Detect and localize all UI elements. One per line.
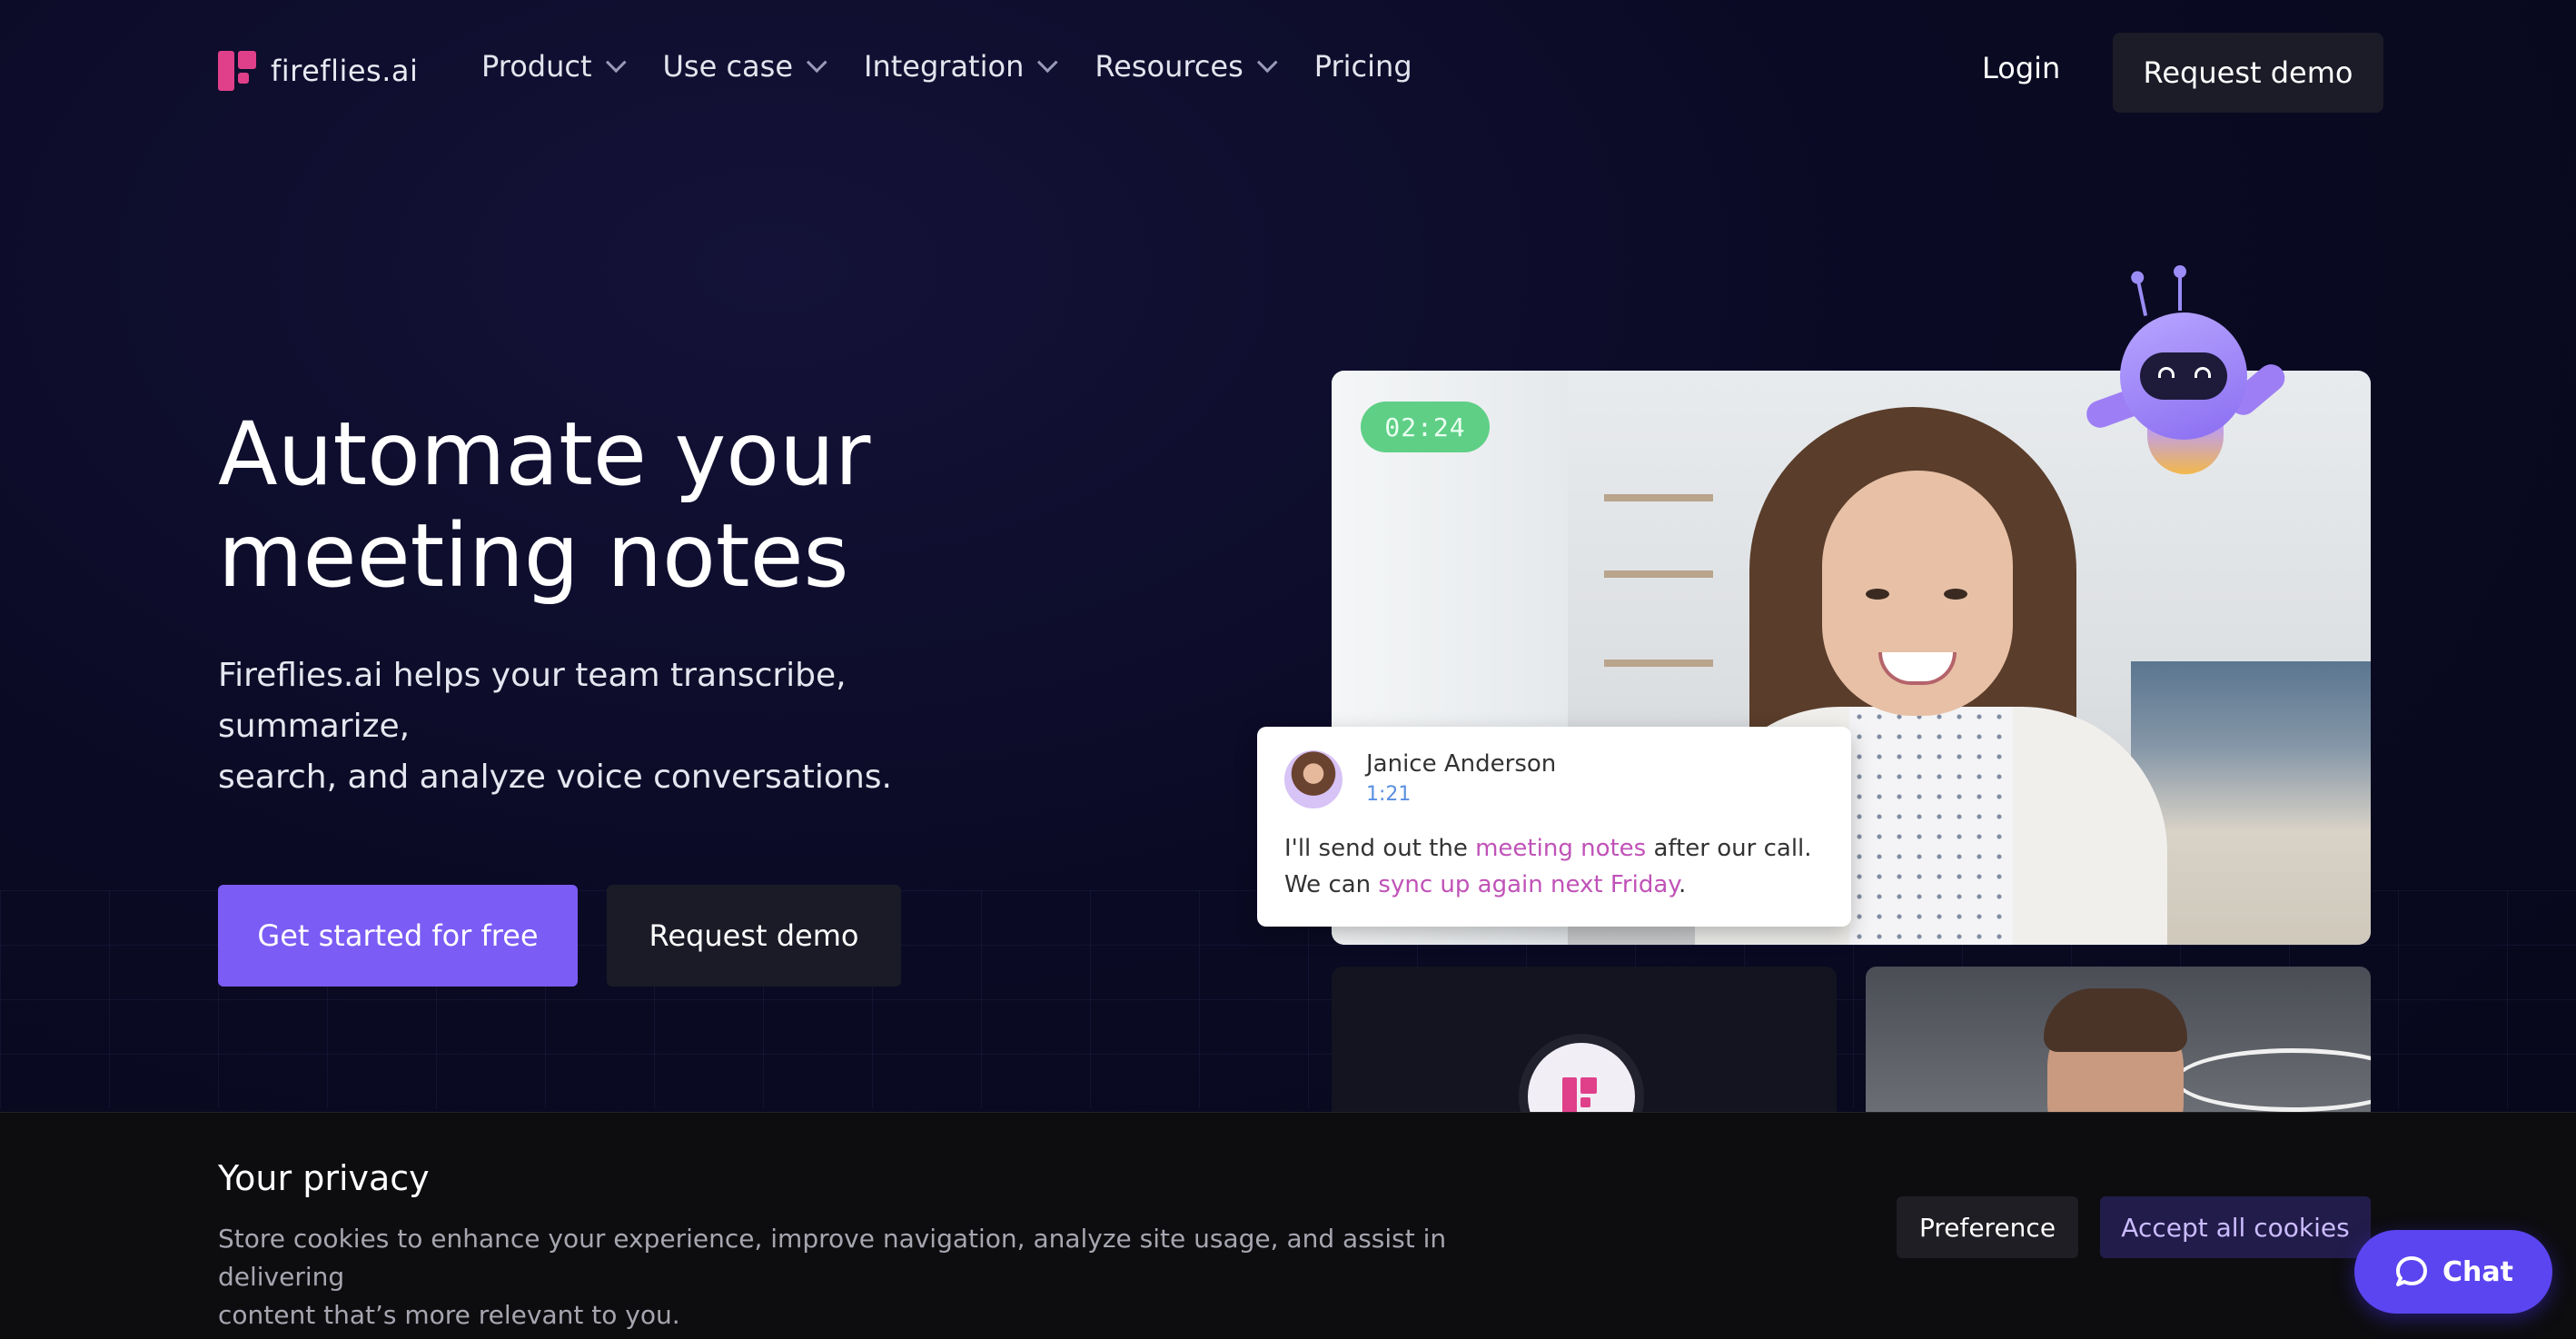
cookie-text-line: Store cookies to enhance your experience…	[218, 1224, 1447, 1292]
eye	[1944, 589, 1967, 600]
antenna	[2135, 280, 2148, 316]
nav-item-label: Use case	[662, 49, 794, 84]
cookie-banner: Your privacy Store cookies to enhance yo…	[0, 1112, 2576, 1339]
hero-subtitle-line: search, and analyze voice conversations.	[218, 759, 892, 796]
hero-subtitle: Fireflies.ai helps your team transcribe,…	[218, 650, 1035, 803]
cookie-preference-button[interactable]: Preference	[1897, 1196, 2078, 1258]
chat-label: Chat	[2442, 1255, 2513, 1288]
robot-visor	[2140, 352, 2227, 400]
ring-light	[2175, 1048, 2371, 1112]
cookie-text-line: content that’s more relevant to you.	[218, 1300, 680, 1330]
get-started-button[interactable]: Get started for free	[218, 885, 578, 987]
nav-item-label: Integration	[864, 49, 1025, 84]
transcript-highlight: sync up again next Friday	[1378, 871, 1679, 898]
cookie-description: Store cookies to enhance your experience…	[218, 1220, 1490, 1334]
request-demo-button[interactable]: Request demo	[2113, 33, 2383, 113]
nav-item-label: Resources	[1095, 49, 1243, 84]
chevron-down-icon	[1037, 52, 1058, 74]
eye	[1866, 589, 1889, 600]
fireflies-logo-icon	[218, 51, 256, 91]
fireflies-logo-icon	[1562, 1077, 1599, 1114]
accept-cookies-button[interactable]: Accept all cookies	[2100, 1196, 2371, 1258]
robot-eye	[2158, 367, 2175, 378]
face	[1822, 471, 2013, 716]
recording-timer: 02:24	[1361, 402, 1490, 452]
nav-item-product[interactable]: Product	[481, 49, 627, 84]
brand-logo[interactable]: fireflies.ai	[218, 51, 418, 91]
nav-item-integration[interactable]: Integration	[864, 49, 1058, 84]
transcript-timestamp[interactable]: 1:21	[1366, 783, 1411, 806]
speaker-name: Janice Anderson	[1366, 750, 1557, 778]
participant-hair	[2044, 988, 2187, 1052]
chevron-down-icon	[1256, 52, 1278, 74]
nav-item-pricing[interactable]: Pricing	[1314, 49, 1412, 84]
nav-item-resources[interactable]: Resources	[1095, 49, 1278, 84]
nav-item-label: Product	[481, 49, 592, 84]
transcript-text: I'll send out the meeting notes after ou…	[1284, 830, 1829, 903]
avatar	[1284, 750, 1342, 808]
main-nav: Product Use case Integration Resources P…	[481, 49, 1412, 84]
meeting-tile-man	[1866, 967, 2371, 1112]
hero-title-line: Automate your	[218, 403, 871, 505]
nav-item-use-case[interactable]: Use case	[662, 49, 827, 84]
chevron-down-icon	[806, 52, 827, 74]
nav-item-label: Pricing	[1313, 49, 1412, 84]
transcript-segment: I'll send out the	[1284, 835, 1476, 862]
chevron-down-icon	[605, 52, 627, 74]
hero-subtitle-line: Fireflies.ai helps your team transcribe,…	[218, 657, 847, 745]
hero-title: Automate your meeting notes	[218, 403, 1035, 607]
chat-button[interactable]: Chat	[2354, 1230, 2552, 1314]
site-header: fireflies.ai Product Use case Integratio…	[0, 0, 2576, 145]
brand-name: fireflies.ai	[271, 54, 419, 88]
smile	[1878, 652, 1957, 685]
login-link[interactable]: Login	[1982, 51, 2060, 85]
transcript-card: Janice Anderson 1:21 I'll send out the m…	[1257, 727, 1851, 927]
transcript-segment: .	[1678, 871, 1687, 898]
transcript-highlight: meeting notes	[1475, 835, 1647, 862]
dotted-top	[1849, 707, 2013, 945]
cookie-title: Your privacy	[218, 1158, 430, 1198]
antenna	[2174, 265, 2186, 311]
robot-eye	[2195, 367, 2211, 378]
chat-bubble-icon	[2396, 1256, 2428, 1286]
hero-request-demo-button[interactable]: Request demo	[607, 885, 901, 987]
hero-title-line: meeting notes	[218, 505, 849, 607]
fireflies-robot-mascot	[2082, 265, 2291, 476]
